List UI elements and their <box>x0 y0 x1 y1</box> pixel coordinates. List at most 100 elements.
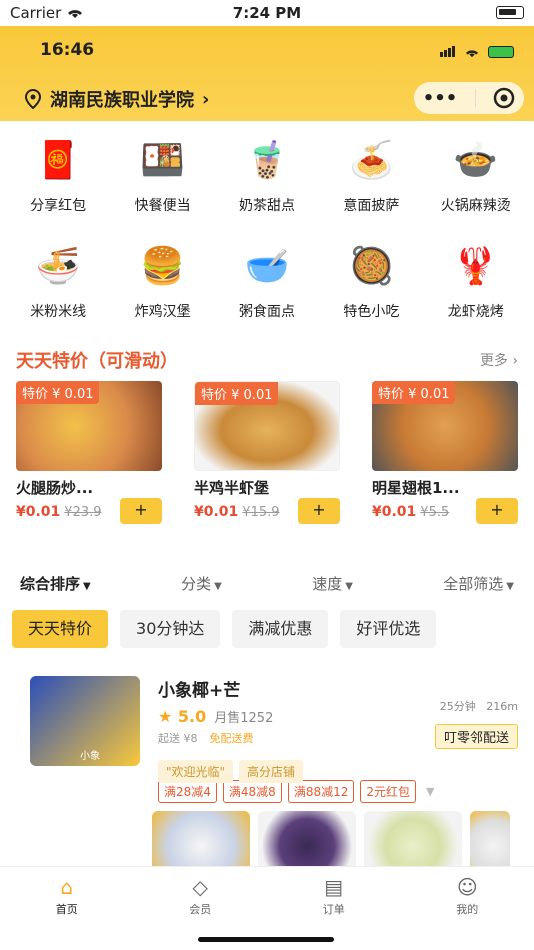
caret-down-icon: ▼ <box>214 580 222 592</box>
chip-discount[interactable]: 满减优惠 <box>232 610 329 648</box>
noodle-icon: 🍜 <box>35 246 81 287</box>
shop-info: 小象椰+芒 ★ 5.0 月售1252 起送 ¥8 免配送费 25分钟 216m … <box>158 676 518 783</box>
sort-filter[interactable]: 全部筛选 ▼ <box>443 573 514 594</box>
caret-down-icon: ▼ <box>83 580 91 592</box>
deal-name: 火腿肠炒... <box>16 479 94 497</box>
category-label: 粥食面点 <box>238 304 295 320</box>
orders-icon: ▤ <box>324 875 344 899</box>
caret-down-icon: ▼ <box>345 580 353 592</box>
category-label: 龙虾烧烤 <box>447 304 504 320</box>
min-order: 起送 ¥8 <box>158 732 198 745</box>
deal-card[interactable]: 特价 ¥ 0.01 明星翅根1... ¥0.01 ¥5.5 + <box>372 381 518 524</box>
add-to-cart-button[interactable]: + <box>298 498 340 524</box>
shop-food-gallery <box>0 803 534 875</box>
wifi-icon <box>466 49 478 57</box>
sort-label: 全部筛选 <box>443 574 504 593</box>
chip-daily-deals[interactable]: 天天特价 <box>12 610 109 648</box>
add-to-cart-button[interactable]: + <box>476 498 518 524</box>
sort-category[interactable]: 分类 ▼ <box>181 573 222 594</box>
deal-image: 特价 ¥ 0.01 <box>16 381 162 471</box>
system-icons <box>440 42 514 61</box>
category-item[interactable]: 🍔 炸鸡汉堡 <box>110 239 214 337</box>
deal-current-price: ¥0.01 <box>194 504 239 520</box>
caret-down-icon: ▼ <box>506 580 514 592</box>
deals-title: 天天特价（可滑动） <box>16 351 178 372</box>
battery-charging-icon <box>488 45 514 58</box>
more-label: 更多 <box>479 353 508 369</box>
milk-tea-icon: 🧋 <box>244 140 290 181</box>
congee-icon: 🥣 <box>244 246 290 287</box>
category-label: 特色小吃 <box>343 304 400 320</box>
category-item[interactable]: 🍲 火锅麻辣烫 <box>424 133 528 231</box>
filter-chips: 天天特价 30分钟达 满减优惠 好评优选 <box>0 606 534 648</box>
deal-original-price: ¥5.5 <box>420 505 450 520</box>
promo-tag: 满48减8 <box>222 780 282 803</box>
category-item[interactable]: 🍜 米粉米线 <box>6 239 110 337</box>
add-to-cart-button[interactable]: + <box>120 498 162 524</box>
deal-name: 明星翅根1... <box>372 479 460 497</box>
deal-original-price: ¥23.9 <box>64 505 102 520</box>
sort-label: 分类 <box>181 574 212 593</box>
chip-30min[interactable]: 30分钟达 <box>120 610 221 648</box>
category-item[interactable]: 🍝 意面披萨 <box>319 133 423 231</box>
deal-name: 半鸡半虾堡 <box>194 479 270 497</box>
more-dots-icon[interactable]: ••• <box>423 88 458 109</box>
shop-logo-text: 小象 <box>80 751 100 762</box>
category-item[interactable]: 🦞 龙虾烧烤 <box>424 239 528 337</box>
free-delivery: 免配送费 <box>209 732 254 745</box>
signal-icon <box>440 42 456 61</box>
star-icon: ★ <box>158 707 173 726</box>
expand-caret-icon[interactable]: ▼ <box>426 785 434 798</box>
deal-current-price: ¥0.01 <box>16 504 61 520</box>
category-grid: 🧧 分享红包 🍱 快餐便当 🧋 奶茶甜点 🍝 意面披萨 🍲 火锅麻辣烫 🍜 米粉米线 🍔 炸鸡… <box>0 121 534 337</box>
hotpot-icon: 🍲 <box>453 140 499 181</box>
member-icon: ◇ <box>192 875 208 899</box>
deal-image: 特价 ¥ 0.01 <box>372 381 518 471</box>
snack-icon: 🥘 <box>348 246 394 287</box>
distance: 216m <box>486 700 518 713</box>
deal-tag: 特价 ¥ 0.01 <box>16 381 100 404</box>
tab-home[interactable]: ⌂ 首页 <box>0 867 134 950</box>
delivery-time: 25分钟 <box>439 700 476 713</box>
shop-tag: "欢迎光临" <box>158 760 234 783</box>
category-label: 奶茶甜点 <box>238 198 295 214</box>
inner-clock: 16:46 <box>40 40 95 60</box>
location-selector[interactable]: 湖南民族职业学院 › <box>24 86 209 112</box>
bottom-tab-bar: ⌂ 首页 ◇ 会员 ▤ 订单 ☺ 我的 <box>0 866 534 950</box>
location-name: 湖南民族职业学院 <box>50 90 194 111</box>
deals-more-link[interactable]: 更多 › <box>480 350 518 370</box>
deal-card[interactable]: 特价 ¥ 0.01 火腿肠炒... ¥0.01 ¥23.9 + <box>16 381 162 524</box>
deal-card[interactable]: 特价 ¥ 0.01 半鸡半虾堡 ¥0.01 ¥15.9 + <box>194 381 340 524</box>
sort-comprehensive[interactable]: 综合排序 ▼ <box>20 573 91 594</box>
sort-speed[interactable]: 速度 ▼ <box>312 573 353 594</box>
profile-icon: ☺ <box>456 875 478 899</box>
capsule-divider <box>474 89 476 107</box>
chip-top-rated[interactable]: 好评优选 <box>340 610 437 648</box>
deal-original-price: ¥15.9 <box>242 505 280 520</box>
category-item[interactable]: 🧧 分享红包 <box>6 133 110 231</box>
category-item[interactable]: 🍱 快餐便当 <box>110 133 214 231</box>
sort-label: 综合排序 <box>20 574 81 593</box>
category-item[interactable]: 🧋 奶茶甜点 <box>215 133 319 231</box>
shop-card[interactable]: 小象 小象椰+芒 ★ 5.0 月售1252 起送 ¥8 免配送费 25分钟 21… <box>0 648 534 783</box>
category-label: 火锅麻辣烫 <box>440 198 511 214</box>
bento-icon: 🍱 <box>140 140 185 181</box>
mini-program-capsule: ••• <box>414 82 524 114</box>
monthly-sales: 月售1252 <box>214 711 274 726</box>
battery-icon <box>496 6 524 19</box>
sort-bar: 综合排序 ▼ 分类 ▼ 速度 ▼ 全部筛选 ▼ <box>0 560 534 606</box>
tab-label: 会员 <box>189 903 212 916</box>
close-target-icon[interactable] <box>493 87 515 109</box>
tab-mine[interactable]: ☺ 我的 <box>401 867 534 950</box>
red-packet-icon: 🧧 <box>35 140 81 181</box>
deals-carousel[interactable]: 特价 ¥ 0.01 火腿肠炒... ¥0.01 ¥23.9 + 特价 ¥ 0.01… <box>0 377 534 524</box>
rating-value: 5.0 <box>177 707 207 726</box>
shop-delivery-info: 25分钟 216m 叮零邻配送 <box>434 698 518 749</box>
category-item[interactable]: 🥘 特色小吃 <box>319 239 423 337</box>
promo-tag: 满28减4 <box>158 780 217 803</box>
rating-score: ★ 5.0 <box>158 707 206 726</box>
sort-label: 速度 <box>312 574 343 593</box>
category-label: 炸鸡汉堡 <box>134 304 191 320</box>
category-item[interactable]: 🥣 粥食面点 <box>215 239 319 337</box>
tab-label: 订单 <box>322 903 345 916</box>
